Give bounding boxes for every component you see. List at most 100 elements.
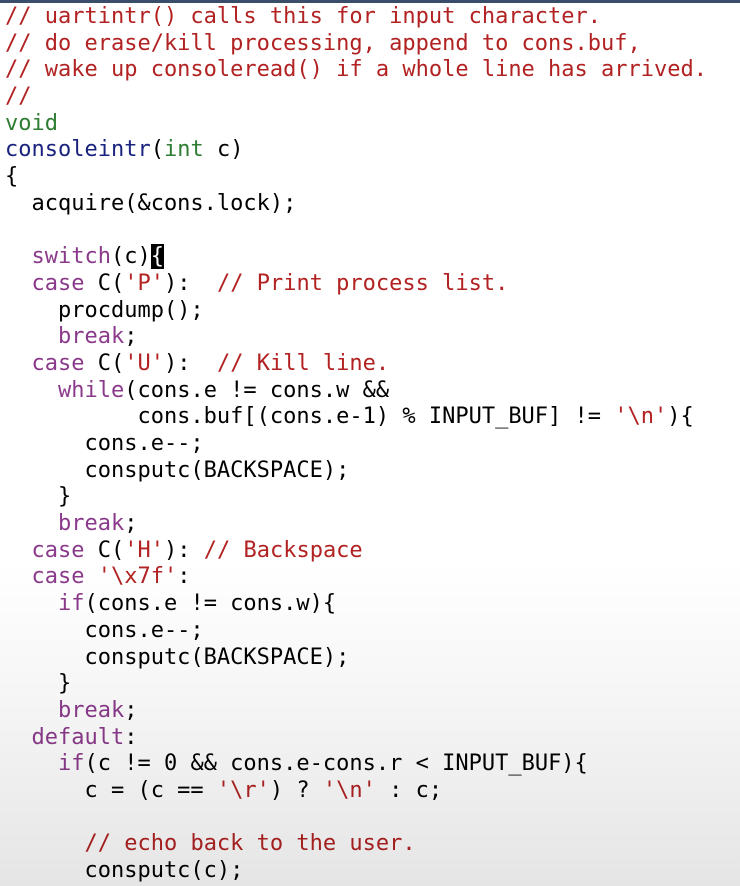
code-token: ):: [163, 350, 217, 376]
code-line[interactable]: [5, 805, 740, 832]
code-line[interactable]: case C('P'): // Print process list.: [5, 271, 740, 298]
code-line[interactable]: if(cons.e != cons.w){: [5, 591, 740, 618]
code-token: // Backspace: [203, 537, 363, 563]
code-line[interactable]: if(c != 0 && cons.e-cons.r < INPUT_BUF){: [5, 751, 740, 778]
code-token: // Print process list.: [216, 270, 509, 296]
code-token: switch: [31, 244, 111, 270]
code-token: while: [57, 377, 125, 403]
code-token: }: [5, 671, 72, 697]
code-token: // echo back to the user.: [84, 831, 416, 857]
code-token: ):: [163, 537, 204, 563]
code-line[interactable]: case C('H'): // Backspace: [5, 538, 740, 565]
code-line[interactable]: case C('U'): // Kill line.: [5, 351, 740, 378]
code-line[interactable]: case '\x7f':: [5, 564, 740, 591]
code-token: ):: [163, 270, 217, 296]
code-line[interactable]: break;: [5, 324, 740, 351]
code-line[interactable]: //: [5, 84, 740, 111]
code-token: ;: [124, 697, 138, 723]
code-line[interactable]: // do erase/kill processing, append to c…: [5, 31, 740, 58]
code-line[interactable]: void: [5, 111, 740, 138]
code-line[interactable]: break;: [5, 698, 740, 725]
code-line[interactable]: consputc(c);: [5, 858, 740, 885]
code-token: // Kill line.: [216, 350, 390, 376]
code-token: consputc(c);: [5, 858, 244, 883]
code-token: ;: [124, 324, 138, 350]
code-token: 'U': [124, 350, 164, 376]
code-line[interactable]: consputc(BACKSPACE);: [5, 458, 740, 485]
code-line[interactable]: // uartintr() calls this for input chara…: [5, 4, 740, 31]
code-token: '\x7f': [97, 564, 178, 590]
code-token: //: [5, 84, 32, 110]
code-line[interactable]: }: [5, 484, 740, 511]
code-line[interactable]: while(cons.e != cons.w &&: [5, 378, 740, 405]
window-top-edge: [0, 0, 740, 3]
code-token: if: [57, 751, 85, 777]
code-token: 'P': [124, 270, 164, 296]
code-token: c): [203, 137, 244, 163]
code-line[interactable]: // wake up consoleread() if a whole line…: [5, 57, 740, 84]
code-token: (c != 0 && cons.e-cons.r < INPUT_BUF){: [84, 751, 588, 777]
code-token: ){: [667, 404, 694, 430]
code-token: c = (c ==: [5, 777, 217, 803]
code-token: (c): [110, 244, 151, 270]
code-line[interactable]: switch(c){: [5, 244, 740, 271]
code-line[interactable]: cons.buf[(cons.e-1) % INPUT_BUF] != '\n'…: [5, 404, 740, 431]
code-token: if: [57, 591, 85, 617]
code-token: case: [31, 564, 85, 590]
code-line[interactable]: acquire(&cons.lock);: [5, 191, 740, 218]
code-line[interactable]: consoleintr(int c): [5, 137, 740, 164]
code-token: ;: [124, 511, 138, 537]
code-token: '\n': [322, 777, 376, 803]
code-line[interactable]: [5, 218, 740, 245]
code-token: break: [57, 697, 125, 723]
code-line[interactable]: cons.e--;: [5, 431, 740, 458]
code-token: C(: [84, 270, 125, 296]
code-line[interactable]: {: [5, 164, 740, 191]
code-token: int: [163, 137, 204, 163]
code-token: case: [31, 270, 85, 296]
code-token: break: [57, 511, 125, 537]
code-line[interactable]: c = (c == '\r') ? '\n' : c;: [5, 778, 740, 805]
code-line[interactable]: // echo back to the user.: [5, 831, 740, 858]
code-token: procdump();: [5, 297, 204, 323]
code-line[interactable]: cons.e--;: [5, 618, 740, 645]
code-token: : c;: [375, 777, 443, 803]
code-token: (cons.e != cons.w &&: [124, 377, 390, 403]
code-token: C(: [84, 537, 125, 563]
code-line[interactable]: consputc(BACKSPACE);: [5, 645, 740, 672]
code-token: C(: [84, 350, 125, 376]
code-token: '\n': [614, 404, 668, 430]
code-token: ) ?: [269, 777, 323, 803]
code-line[interactable]: break;: [5, 511, 740, 538]
code-token: consputc(BACKSPACE);: [5, 457, 350, 483]
code-editor[interactable]: // uartintr() calls this for input chara…: [5, 4, 740, 885]
code-line[interactable]: default:: [5, 725, 740, 752]
code-token: {: [5, 164, 19, 190]
code-token: (: [150, 137, 164, 163]
code-token: // do erase/kill processing, append to c…: [5, 30, 641, 56]
code-line[interactable]: }: [5, 671, 740, 698]
code-line[interactable]: procdump();: [5, 298, 740, 325]
code-token: consputc(BACKSPACE);: [5, 644, 350, 670]
code-token: cons.buf[(cons.e-1) % INPUT_BUF] !=: [5, 404, 615, 430]
code-token: default: [31, 724, 125, 750]
text-cursor: {: [150, 244, 164, 270]
code-token: :: [124, 724, 138, 750]
code-token: '\r': [216, 777, 270, 803]
code-token: // wake up consoleread() if a whole line…: [5, 57, 707, 83]
code-token: void: [5, 110, 58, 136]
code-token: :: [177, 564, 191, 590]
